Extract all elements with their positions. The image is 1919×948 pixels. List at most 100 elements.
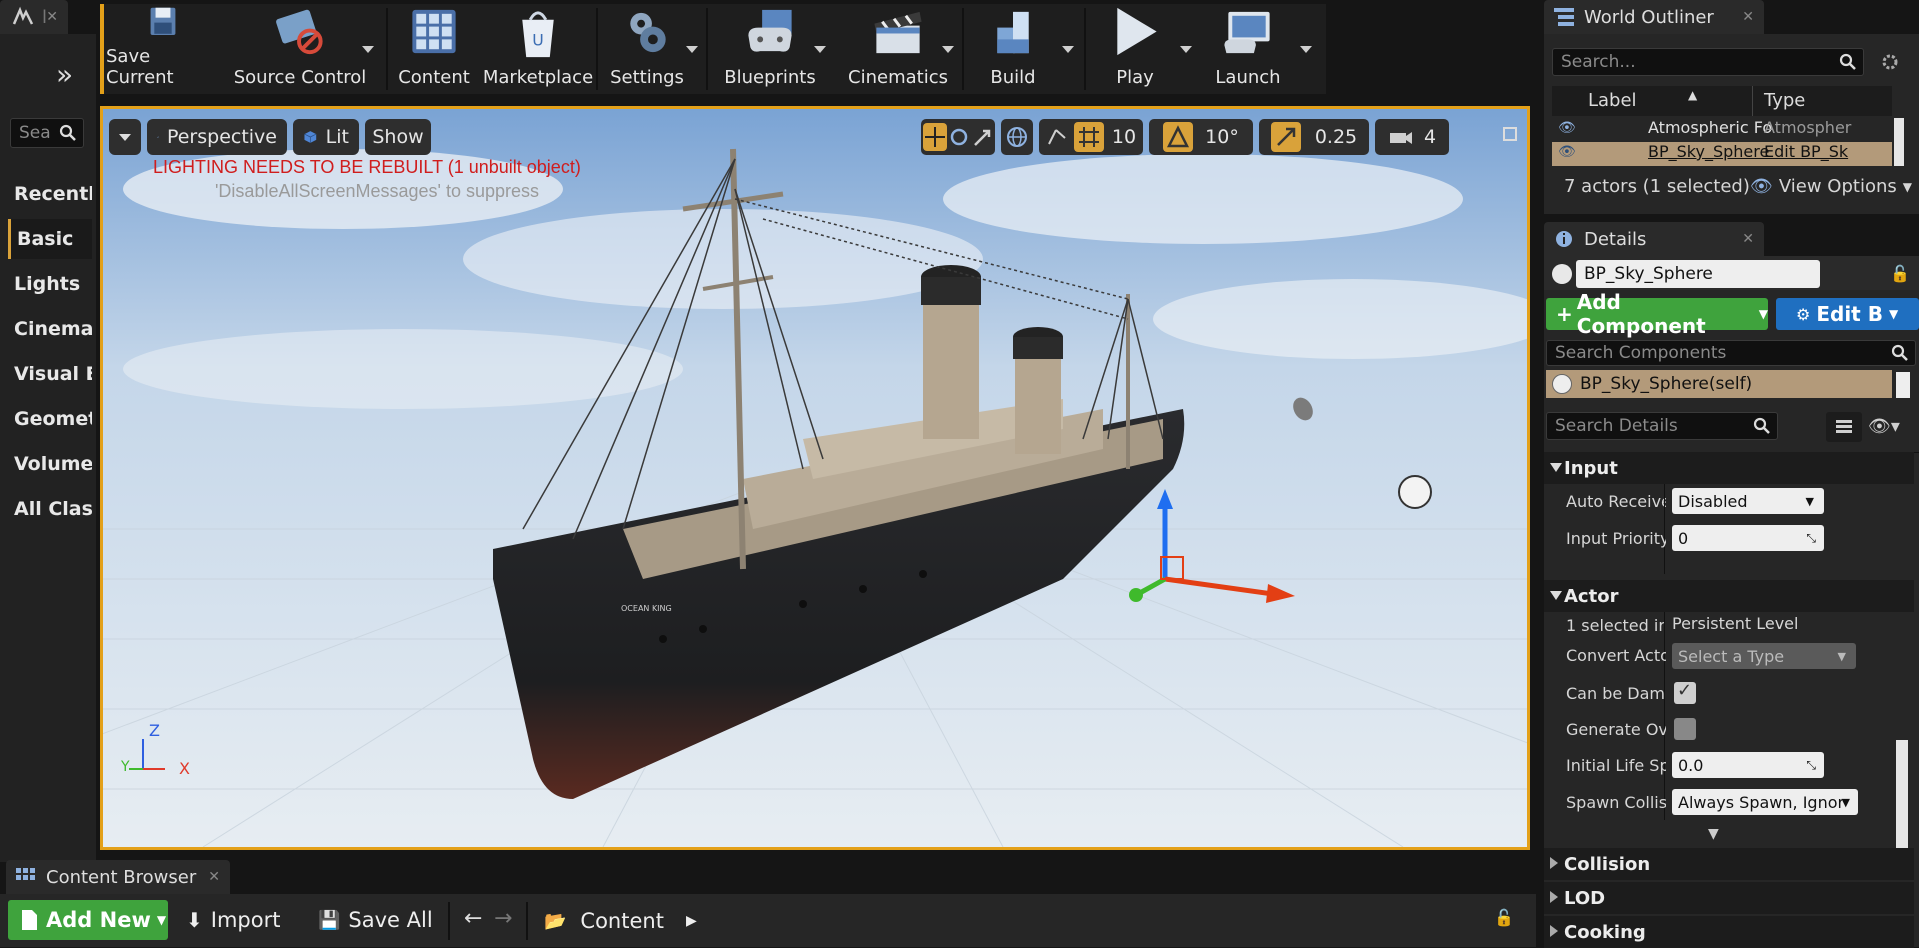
content-browser-tab[interactable]: Content Browser ✕ [6,860,230,894]
close-icon[interactable]: ✕ [208,869,220,885]
spawn-collision-dropdown[interactable]: Always Spawn, Ignor ▼ [1672,789,1858,815]
rotation-snap-value[interactable]: 10° [1205,126,1239,148]
build-dropdown-icon[interactable] [1062,46,1074,53]
property-matrix-icon[interactable] [1826,412,1862,442]
section-cooking[interactable]: Cooking [1544,916,1914,948]
perspective-icon [157,136,159,138]
components-scrollbar[interactable] [1896,372,1910,398]
auto-receive-dropdown[interactable]: Disabled ▼ [1672,488,1824,514]
section-input[interactable]: Input [1544,452,1914,484]
cinematics-button[interactable]: Cinematics [840,4,956,94]
rotation-snap-group[interactable]: 10° [1149,119,1253,155]
view-options-button[interactable]: 👁 View Options ▼ [1750,176,1912,197]
close-icon[interactable]: ✕ [46,9,58,25]
content-button[interactable]: Content [394,4,474,94]
rotation-snap-icon[interactable] [1163,122,1194,152]
add-new-button[interactable]: Add New ▼ [8,900,168,940]
maximize-viewport-icon[interactable] [1503,127,1517,141]
convert-actor-dropdown[interactable]: Select a Type ▼ [1672,643,1856,669]
view-mode-lit-button[interactable]: Lit [293,119,359,155]
path-content-crumb[interactable]: 📂 Content ▶ [544,906,697,936]
initial-life-span-field[interactable]: 0.0 ⤡ [1672,752,1824,778]
blueprints-button[interactable]: Blueprints [712,4,828,94]
lock-icon[interactable]: 🔓 [1494,908,1514,927]
scale-snap-group[interactable]: 0.25 [1259,119,1369,155]
details-scrollbar[interactable] [1896,740,1908,860]
world-outliner-tab[interactable]: World Outliner ✕ [1544,0,1764,34]
outliner-scrollbar[interactable] [1894,118,1904,166]
mode-volumes[interactable]: Volumes [8,444,92,484]
drag-resize-icon[interactable]: ⤡ [1806,531,1816,546]
close-icon[interactable]: ✕ [1742,9,1754,25]
launch-button[interactable]: Launch [1200,4,1296,94]
marketplace-button[interactable]: U Marketplace [483,4,593,94]
scale-snap-icon[interactable] [1270,122,1301,152]
modes-tab[interactable]: l ✕ [0,0,68,34]
can-be-damaged-checkbox[interactable]: ✓ [1674,680,1696,704]
source-control-dropdown-icon[interactable] [362,46,374,53]
settings-button[interactable]: Settings [602,4,692,94]
mode-basic[interactable]: Basic [8,219,92,259]
world-local-toggle[interactable] [1001,119,1033,155]
grid-snap-value[interactable]: 10 [1112,126,1136,148]
mode-cinematic[interactable]: Cinemat [8,309,92,349]
actor-name-field[interactable]: BP_Sky_Sphere [1576,260,1820,288]
section-lod[interactable]: LOD [1544,882,1914,914]
component-self-row[interactable]: BP_Sky_Sphere(self) [1546,370,1892,398]
outliner-search-input[interactable]: Search... [1552,48,1864,76]
cinematics-dropdown-icon[interactable] [942,46,954,53]
perspective-button[interactable]: Perspective [147,119,287,155]
expand-chevron-icon[interactable]: » [56,58,73,91]
camera-speed-button[interactable]: 4 [1375,119,1449,155]
outliner-settings-icon[interactable] [1880,52,1900,72]
play-dropdown-icon[interactable] [1180,46,1192,53]
level-viewport[interactable]: OCEAN KING Perspective Lit Show LIGHTING… [100,106,1530,850]
input-priority-field[interactable]: 0 ⤡ [1672,525,1824,551]
mode-recently-placed[interactable]: Recently [8,174,92,214]
advanced-expand-icon[interactable]: ▼ [1708,826,1719,842]
drag-resize-icon[interactable]: ⤡ [1806,758,1816,773]
blueprint-gear-icon: ⚙ [1796,304,1811,324]
save-current-button[interactable]: Save Current [106,4,220,94]
grid-snap-icon[interactable] [1073,122,1104,152]
close-icon[interactable]: ✕ [1742,231,1754,247]
mode-lights[interactable]: Lights [8,264,92,304]
mode-visual-effects[interactable]: Visual Ef [8,354,92,394]
save-all-button[interactable]: 💾 Save All [318,904,433,936]
search-details-input[interactable]: Search Details [1546,412,1778,440]
details-tab[interactable]: Details ✕ [1544,222,1764,256]
search-components-input[interactable]: Search Components [1546,340,1916,366]
mode-geometry[interactable]: Geometr [8,399,92,439]
chevron-right-icon[interactable]: ▶ [686,913,697,929]
import-button[interactable]: ⬇ Import [186,904,280,936]
outliner-row-selected[interactable]: 👁 BP_Sky_Sphere Edit BP_Sk [1552,142,1892,166]
back-arrow-icon[interactable]: ← [464,906,482,931]
transform-mode-group[interactable] [921,119,995,155]
show-button[interactable]: Show [365,119,431,155]
build-button[interactable]: Build [968,4,1058,94]
forward-arrow-icon[interactable]: → [494,906,512,931]
modes-search-input[interactable]: Sea [10,118,84,148]
launch-dropdown-icon[interactable] [1300,46,1312,53]
play-button[interactable]: Play [1090,4,1180,94]
visibility-eye-icon[interactable]: 👁 [1558,120,1576,136]
scale-snap-value[interactable]: 0.25 [1315,126,1357,148]
source-control-button[interactable]: Source Control [230,4,370,94]
col-type-header[interactable]: Type [1764,90,1805,111]
col-label-header[interactable]: Label [1588,90,1637,111]
lock-icon[interactable]: 🔓 [1890,264,1910,283]
grid-snap-group[interactable]: 10 [1039,119,1143,155]
visibility-eye-icon[interactable]: 👁 [1558,144,1576,160]
add-component-button[interactable]: + Add Component ▼ [1546,290,1768,338]
visibility-filter-icon[interactable]: 👁▾ [1868,416,1900,437]
blueprints-dropdown-icon[interactable] [814,46,826,53]
outliner-row[interactable]: 👁 Atmospheric Fo Atmospher [1552,118,1892,142]
generate-overlap-checkbox[interactable] [1674,718,1696,740]
viewport-options-dropdown[interactable] [109,119,141,155]
chevron-down-icon: ▼ [1805,494,1814,508]
settings-dropdown-icon[interactable] [686,46,698,53]
mode-all-classes[interactable]: All Class [8,489,92,529]
edit-blueprint-button[interactable]: ⚙ Edit B ▼ [1776,298,1919,330]
section-actor[interactable]: Actor [1544,580,1914,612]
section-collision[interactable]: Collision [1544,848,1914,880]
